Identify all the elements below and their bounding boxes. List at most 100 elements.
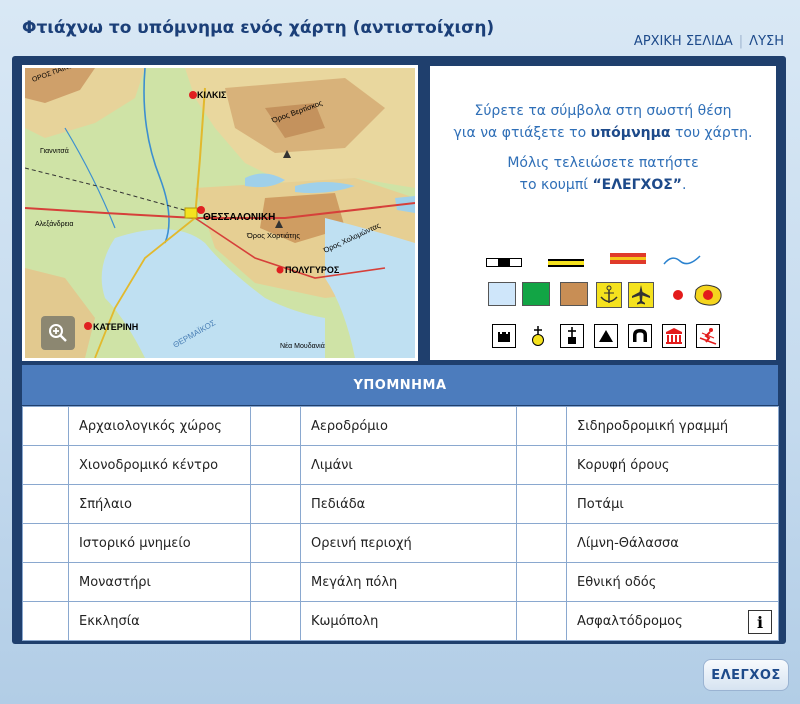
drop-slot[interactable] — [250, 562, 301, 602]
info-button[interactable]: i — [748, 610, 772, 634]
legend-label: Ποτάμι — [566, 484, 779, 524]
map-graphic: ΚΙΛΚΙΣ ΘΕΣΣΑΛΟΝΙΚΗ ΚΑΤΕΡΙΝΗ ΠΟΛΥΓΥΡΟΣ Όρ… — [25, 68, 415, 358]
legend-label: Ιστορικό μνημείο — [68, 523, 251, 563]
drop-slot[interactable] — [250, 523, 301, 563]
map-label-chortiatis: Όρος Χορτιάτης — [246, 231, 300, 240]
big-city-symbol[interactable] — [692, 282, 724, 313]
legend-row: Εκκλησία Κωμόπολη Ασφαλτόδρομος — [22, 601, 779, 641]
map-label-katerini: ΚΑΤΕΡΙΝΗ — [93, 322, 138, 332]
drop-slot[interactable] — [22, 601, 69, 641]
instruction-line-1: Σύρετε τα σύμβολα στη σωστή θέση — [474, 103, 732, 119]
instruction-line-2-bold: υπόμνημα — [590, 125, 671, 141]
drop-slot[interactable] — [516, 562, 567, 602]
paved-road-symbol[interactable] — [610, 252, 646, 271]
instructions-panel: Σύρετε τα σύμβολα στη σωστή θέση για να … — [430, 66, 776, 360]
map-label-alexandreia: Αλεξάνδρεια — [35, 220, 73, 228]
lake-sea-swatch[interactable] — [488, 282, 516, 311]
church-symbol[interactable] — [560, 324, 584, 353]
legend-label: Πεδιάδα — [300, 484, 517, 524]
legend-label: Εκκλησία — [68, 601, 251, 641]
legend-row: Χιονοδρομικό κέντρο Λιμάνι Κορυφή όρους — [22, 445, 779, 485]
legend-label: Σπήλαιο — [68, 484, 251, 524]
legend-label: Μοναστήρι — [68, 562, 251, 602]
national-road-symbol[interactable] — [548, 255, 584, 273]
legend-label: Μεγάλη πόλη — [300, 562, 517, 602]
zoom-button[interactable] — [41, 316, 75, 350]
instruction-line-2-post: του χάρτη. — [670, 125, 753, 141]
peak-symbol[interactable] — [594, 324, 618, 353]
instruction-line-3: Μόλις τελειώσετε πατήστε — [507, 155, 699, 171]
map-label-giannitsa: Γιαννιτσά — [40, 147, 69, 155]
map-label-kilkis: ΚΙΛΚΙΣ — [197, 90, 227, 100]
drop-slot[interactable] — [22, 484, 69, 524]
archaeological-site-symbol[interactable] — [662, 324, 686, 353]
legend-label: Λίμνη-Θάλασσα — [566, 523, 779, 563]
legend-label: Σιδηροδρομική γραμμή — [566, 406, 779, 446]
mountain-area-swatch[interactable] — [560, 282, 588, 311]
home-link[interactable]: ΑΡΧΙΚΗ ΣΕΛΙΔΑ — [634, 34, 733, 49]
cave-icon — [628, 324, 652, 348]
legend-label: Ορεινή περιοχή — [300, 523, 517, 563]
legend-label: Εθνική οδός — [566, 562, 779, 602]
legend-row: Μοναστήρι Μεγάλη πόλη Εθνική οδός — [22, 562, 779, 602]
drop-slot[interactable] — [250, 601, 301, 641]
drop-slot[interactable] — [22, 445, 69, 485]
top-navigation: ΑΡΧΙΚΗ ΣΕΛΙΔΑ | ΛΥΣΗ — [634, 34, 784, 49]
instruction-line-2-pre: για να φτιάξετε το — [453, 125, 591, 141]
legend-label: Κωμόπολη — [300, 601, 517, 641]
anchor-icon — [596, 282, 622, 308]
legend-label: Λιμάνι — [300, 445, 517, 485]
nav-separator: | — [738, 34, 744, 49]
legend-row: Αρχαιολογικός χώρος Αεροδρόμιο Σιδηροδρο… — [22, 406, 779, 446]
legend-table: Αρχαιολογικός χώρος Αεροδρόμιο Σιδηροδρο… — [22, 406, 779, 641]
railway-symbol[interactable] — [486, 255, 522, 273]
instruction-line-4-bold: “ΕΛΕΓΧΟΣ” — [592, 177, 682, 193]
drop-slot[interactable] — [516, 601, 567, 641]
river-symbol[interactable] — [662, 252, 702, 273]
legend-label: Χιονοδρομικό κέντρο — [68, 445, 251, 485]
drop-slot[interactable] — [22, 562, 69, 602]
peak-icon — [594, 324, 618, 348]
check-button[interactable]: ΕΛΕΓΧΟΣ — [703, 659, 789, 691]
monastery-symbol[interactable] — [526, 324, 550, 353]
drop-slot[interactable] — [250, 484, 301, 524]
drop-slot[interactable] — [250, 406, 301, 446]
cave-symbol[interactable] — [628, 324, 652, 353]
solution-link[interactable]: ΛΥΣΗ — [749, 34, 784, 49]
church-icon — [560, 324, 584, 348]
temple-icon — [662, 324, 686, 348]
map-label-moudania: Νέα Μουδανιά — [280, 342, 325, 350]
legend-label: Κορυφή όρους — [566, 445, 779, 485]
legend-label: Αρχαιολογικός χώρος — [68, 406, 251, 446]
legend-label: Αεροδρόμιο — [300, 406, 517, 446]
map-label-thessaloniki: ΘΕΣΣΑΛΟΝΙΚΗ — [203, 212, 275, 223]
instruction-line-4: το κουμπί “ΕΛΕΓΧΟΣ”. — [430, 174, 776, 196]
drop-slot[interactable] — [516, 445, 567, 485]
plain-swatch[interactable] — [522, 282, 550, 311]
town-symbol[interactable] — [672, 288, 684, 306]
instruction-line-2: για να φτιάξετε το υπόμνημα του χάρτη. — [430, 122, 776, 144]
drop-slot[interactable] — [250, 445, 301, 485]
legend-row: Ιστορικό μνημείο Ορεινή περιοχή Λίμνη-Θά… — [22, 523, 779, 563]
monastery-icon — [532, 326, 544, 346]
drop-slot[interactable] — [516, 523, 567, 563]
legend-header: ΥΠΟΜΝΗΜΑ — [22, 365, 778, 405]
ski-center-symbol[interactable] — [696, 324, 720, 353]
page-title: Φτιάχνω το υπόμνημα ενός χάρτη (αντιστοί… — [22, 18, 495, 38]
zoom-in-icon — [49, 324, 67, 342]
port-symbol[interactable] — [596, 282, 622, 313]
legend-row: Σπήλαιο Πεδιάδα Ποτάμι — [22, 484, 779, 524]
legend-label: Ασφαλτόδρομος — [566, 601, 779, 641]
instruction-line-4-post: . — [681, 177, 687, 193]
skier-icon — [696, 324, 720, 348]
map-image: ΚΙΛΚΙΣ ΘΕΣΣΑΛΟΝΙΚΗ ΚΑΤΕΡΙΝΗ ΠΟΛΥΓΥΡΟΣ Όρ… — [22, 65, 418, 361]
drop-slot[interactable] — [516, 484, 567, 524]
drop-slot[interactable] — [22, 523, 69, 563]
drop-slot[interactable] — [516, 406, 567, 446]
historic-monument-symbol[interactable] — [492, 324, 516, 353]
castle-icon — [492, 324, 516, 348]
airport-symbol[interactable] — [628, 282, 654, 313]
instruction-line-4-pre: το κουμπί — [519, 177, 593, 193]
instructions-text: Σύρετε τα σύμβολα στη σωστή θέση για να … — [430, 100, 776, 196]
drop-slot[interactable] — [22, 406, 69, 446]
